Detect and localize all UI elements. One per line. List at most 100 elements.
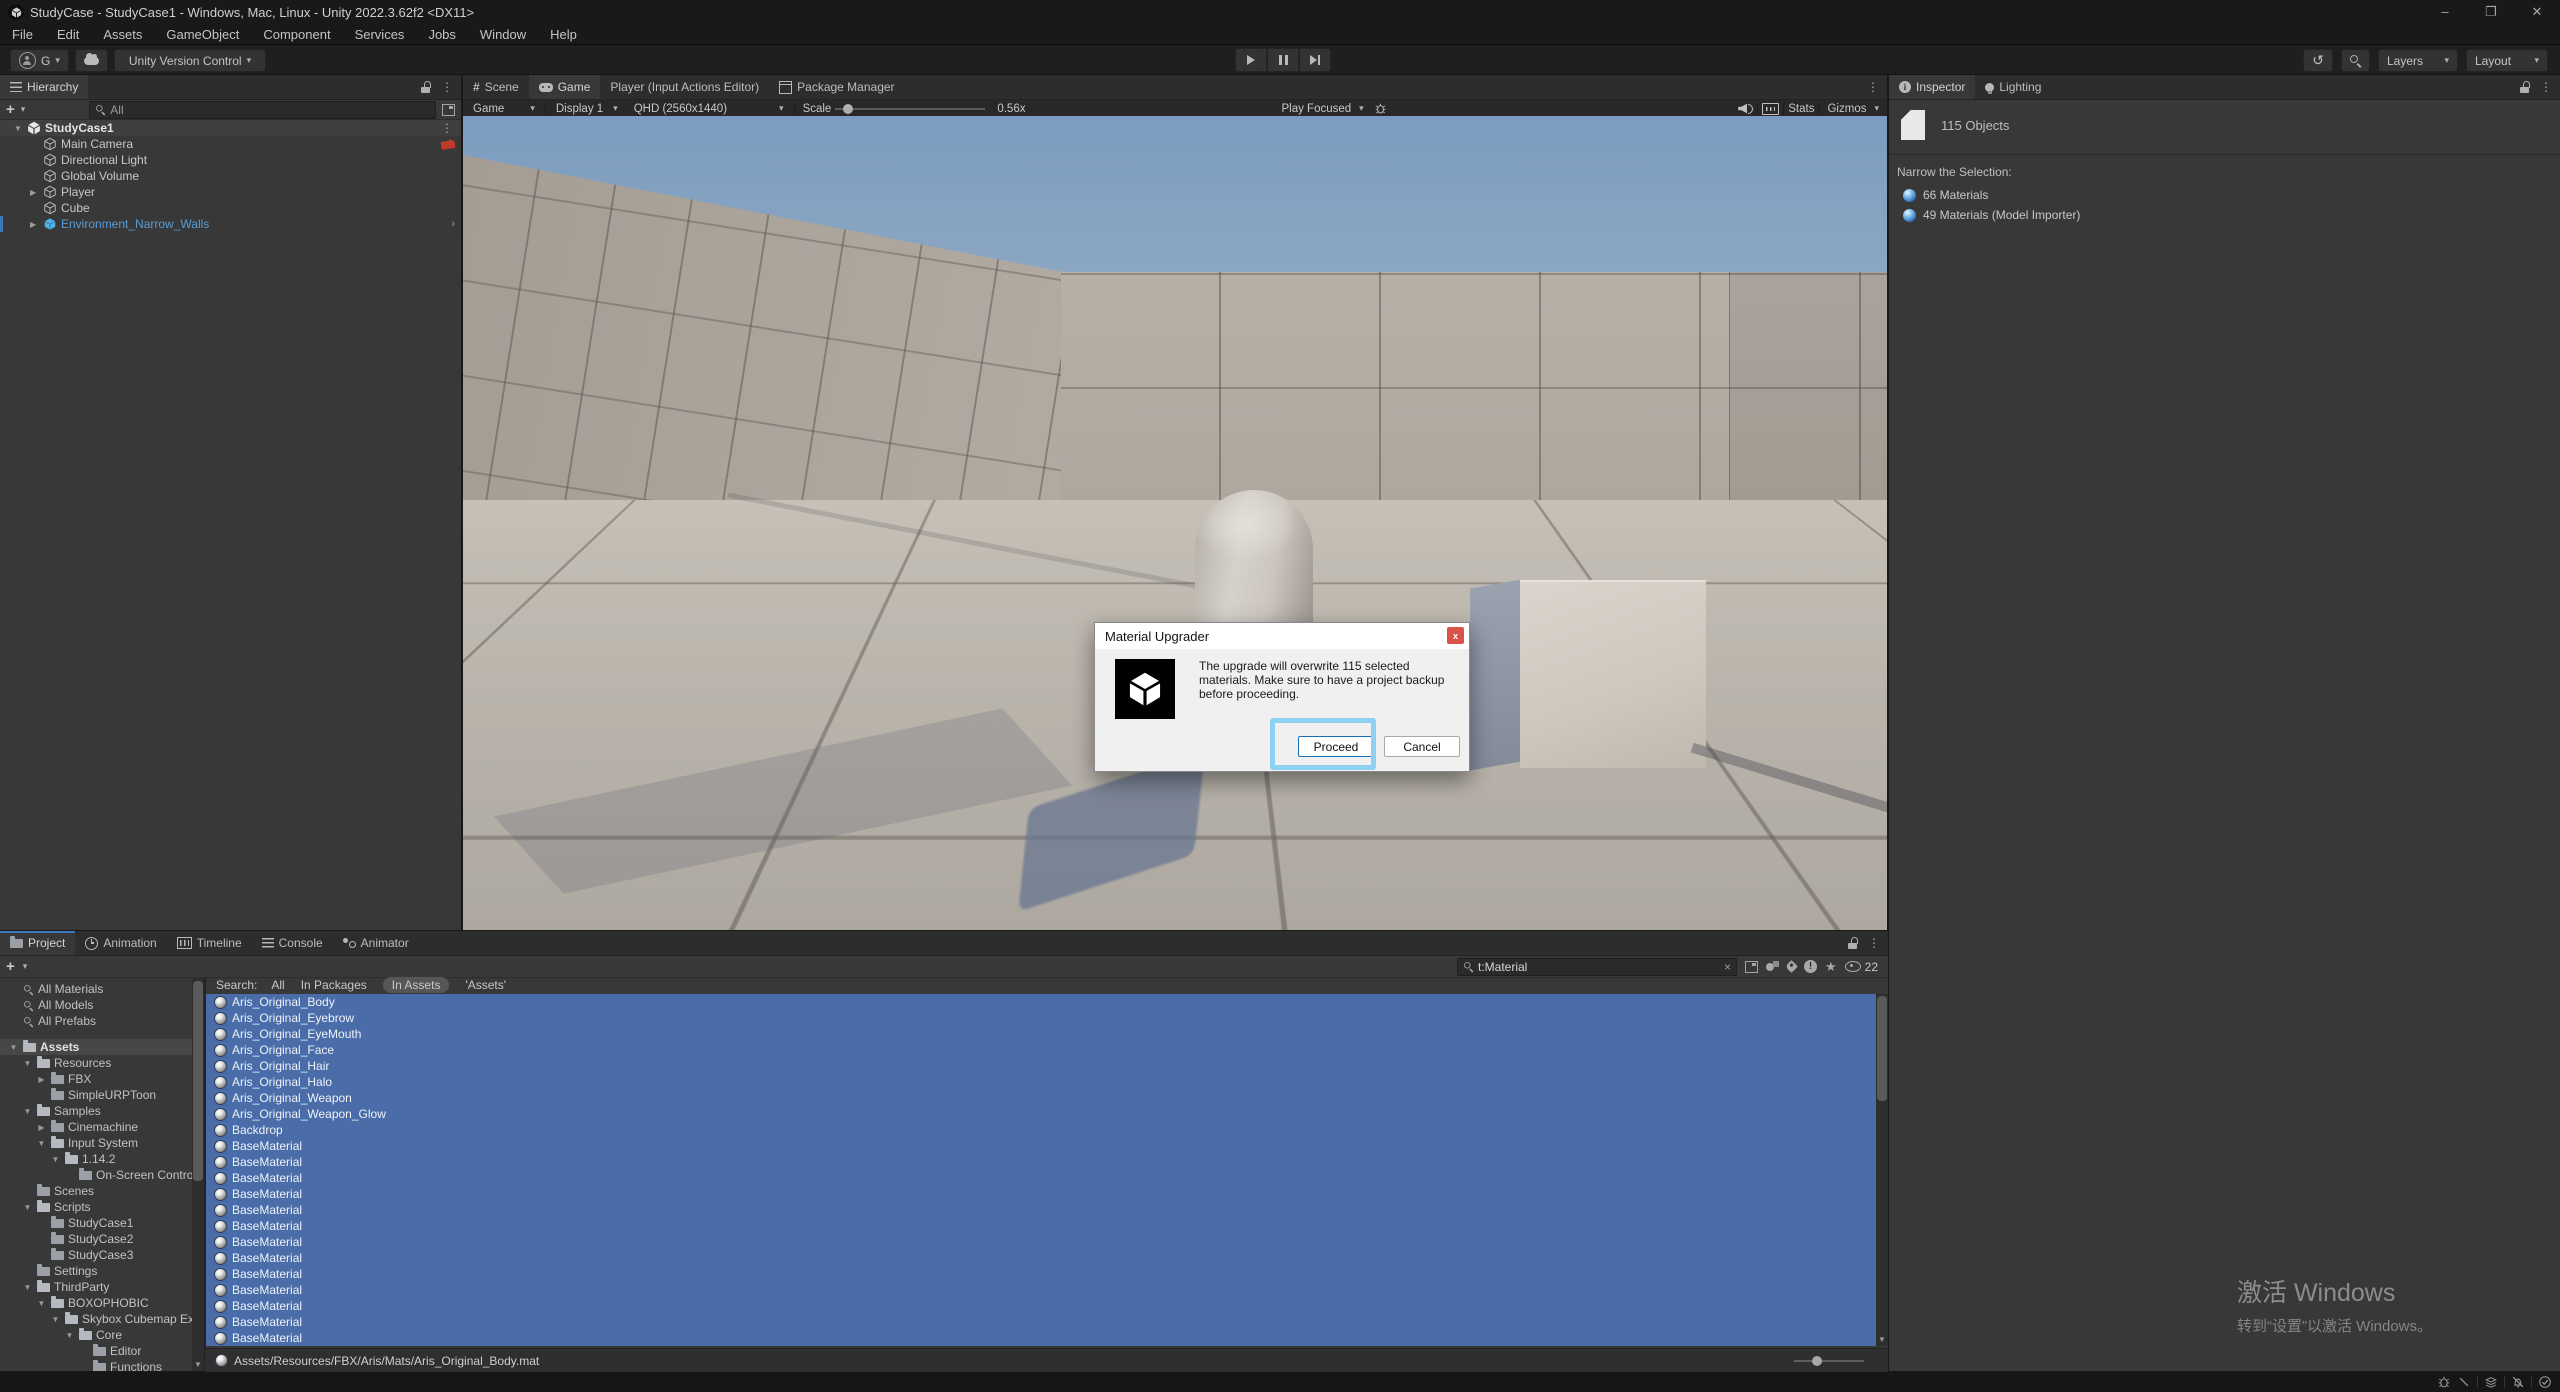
folder-tree-row[interactable]: ▼ Resources xyxy=(0,1055,192,1071)
favorite-item[interactable]: All Models xyxy=(0,997,192,1013)
menu-item[interactable]: GameObject xyxy=(154,27,251,42)
pick-window-icon[interactable] xyxy=(1745,961,1758,973)
asset-list-item[interactable]: Aris_Original_Weapon_Glow xyxy=(206,1106,1876,1122)
mute-audio-button[interactable] xyxy=(1738,104,1753,114)
folder-tree-row[interactable]: ▼ Samples xyxy=(0,1103,192,1119)
expand-arrow[interactable]: ▼ xyxy=(22,1203,33,1212)
expand-arrow[interactable]: ▶ xyxy=(30,188,43,197)
asset-list-item[interactable]: BaseMaterial xyxy=(206,1138,1876,1154)
asset-list-item[interactable]: BaseMaterial xyxy=(206,1330,1876,1346)
asset-list-item[interactable]: Aris_Original_EyeMouth xyxy=(206,1026,1876,1042)
menu-item[interactable]: Window xyxy=(468,27,538,42)
tab-lighting[interactable]: Lighting xyxy=(1975,75,2051,99)
chevron-down-icon[interactable]: ▾ xyxy=(21,104,26,115)
expand-arrow[interactable]: ▶ xyxy=(36,1075,47,1084)
folder-column-scrollbar[interactable]: ▼ xyxy=(192,977,204,1371)
display-dropdown[interactable]: Display 1▾ xyxy=(550,103,624,115)
expand-arrow[interactable]: ▼ xyxy=(50,1315,61,1324)
hierarchy-row[interactable]: Cube ⋮ › xyxy=(0,200,461,216)
menu-item[interactable]: Component xyxy=(251,27,342,42)
asset-list-item[interactable]: BaseMaterial xyxy=(206,1266,1876,1282)
asset-list-item[interactable]: Aris_Original_Halo xyxy=(206,1074,1876,1090)
tab-inspector[interactable]: i Inspector xyxy=(1889,75,1975,99)
menu-item[interactable]: Services xyxy=(343,27,417,42)
search-by-label-icon[interactable] xyxy=(1785,960,1798,973)
lock-icon[interactable] xyxy=(2519,81,2530,93)
hierarchy-row[interactable]: Directional Light ⋮ › xyxy=(0,152,461,168)
kebab-menu-icon[interactable]: ⋮ xyxy=(441,82,453,92)
search-button[interactable] xyxy=(2341,49,2370,72)
search-scope-option[interactable]: In Packages xyxy=(301,978,367,992)
folder-tree-row[interactable]: ▼ Input System xyxy=(0,1135,192,1151)
expand-arrow[interactable]: ▶ xyxy=(30,220,43,229)
pick-window-icon[interactable] xyxy=(442,104,455,116)
asset-list-item[interactable]: BaseMaterial xyxy=(206,1154,1876,1170)
layers-dropdown[interactable]: Layers▾ xyxy=(2378,49,2458,72)
lock-icon[interactable] xyxy=(420,81,431,93)
menu-item[interactable]: File xyxy=(0,27,45,42)
dialog-close-button[interactable]: x xyxy=(1447,627,1464,644)
folder-tree-row[interactable]: Scenes xyxy=(0,1183,192,1199)
expand-arrow[interactable]: ▼ xyxy=(64,1331,75,1340)
folder-tree-row[interactable]: ▼ 1.14.2 xyxy=(0,1151,192,1167)
expand-arrow[interactable]: ▼ xyxy=(22,1059,33,1068)
asset-list-item[interactable]: BaseMaterial xyxy=(206,1298,1876,1314)
scroll-down-arrow[interactable]: ▼ xyxy=(192,1360,204,1369)
stats-toggle[interactable]: Stats xyxy=(1788,103,1814,115)
asset-list-item[interactable]: Backdrop xyxy=(206,1122,1876,1138)
narrow-selection-item[interactable]: 49 Materials (Model Importer) xyxy=(1903,205,2560,225)
asset-list-item[interactable]: Aris_Original_Face xyxy=(206,1042,1876,1058)
bottom-tab[interactable]: Animation xyxy=(75,931,166,955)
scale-slider[interactable] xyxy=(835,103,985,115)
hierarchy-row[interactable]: ▶ Player ⋮ › xyxy=(0,184,461,200)
narrow-selection-item[interactable]: 66 Materials xyxy=(1903,185,2560,205)
add-object-button[interactable]: + xyxy=(6,101,15,118)
expand-arrow[interactable]: ▼ xyxy=(50,1155,61,1164)
folder-tree-row[interactable]: ▶ FBX xyxy=(0,1071,192,1087)
thumbnail-size-slider[interactable] xyxy=(1794,1355,1864,1367)
favorite-item[interactable]: All Prefabs xyxy=(0,1013,192,1029)
asset-list-item[interactable]: BaseMaterial xyxy=(206,1202,1876,1218)
game-target-dropdown[interactable]: Game▾ xyxy=(467,103,541,115)
folder-tree-row[interactable]: ▼ Scripts xyxy=(0,1199,192,1215)
hierarchy-row[interactable]: Global Volume ⋮ › xyxy=(0,168,461,184)
step-button[interactable] xyxy=(1299,48,1331,72)
expand-arrow[interactable]: ▼ xyxy=(36,1139,47,1148)
minimize-button[interactable]: – xyxy=(2422,0,2468,24)
lock-icon[interactable] xyxy=(1847,937,1858,949)
expand-arrow[interactable]: ▼ xyxy=(22,1107,33,1116)
debugger-muted-icon[interactable] xyxy=(2437,1375,2451,1389)
cache-server-icon[interactable] xyxy=(2484,1375,2498,1389)
menu-item[interactable]: Edit xyxy=(45,27,91,42)
view-tab[interactable]: # Scene xyxy=(463,75,529,99)
keyboard-overlay-button[interactable] xyxy=(1762,103,1779,115)
favorites-star-icon[interactable]: ★ xyxy=(1825,959,1837,975)
notifications-muted-icon[interactable] xyxy=(2511,1375,2525,1389)
close-button[interactable]: ✕ xyxy=(2514,0,2560,24)
favorite-item[interactable]: All Materials xyxy=(0,981,192,997)
play-focused-dropdown[interactable]: Play Focused▾ xyxy=(1275,103,1369,115)
version-control-dropdown[interactable]: Unity Version Control ▾ xyxy=(114,49,266,72)
view-tab[interactable]: Game xyxy=(529,75,601,99)
search-scope-option[interactable]: All xyxy=(271,978,284,992)
view-tab[interactable]: Package Manager xyxy=(769,75,904,99)
hidden-count-toggle[interactable]: 22 xyxy=(1845,960,1878,974)
asset-list-item[interactable]: Aris_Original_Weapon xyxy=(206,1090,1876,1106)
folder-tree-row[interactable]: On-Screen Contro xyxy=(0,1167,192,1183)
clear-search-icon[interactable]: × xyxy=(1724,960,1731,974)
expand-arrow[interactable]: ▼ xyxy=(36,1299,47,1308)
account-dropdown[interactable]: G ▾ xyxy=(10,49,69,72)
play-button[interactable] xyxy=(1235,48,1267,72)
asset-list-item[interactable]: Aris_Original_Hair xyxy=(206,1058,1876,1074)
kebab-menu-icon[interactable]: ⋮ xyxy=(1868,938,1880,948)
search-scope-option[interactable]: 'Assets' xyxy=(465,978,506,992)
slider-knob[interactable] xyxy=(1812,1356,1822,1366)
expand-arrow[interactable]: ▶ xyxy=(36,1123,47,1132)
hierarchy-row[interactable]: Main Camera ⋮ › xyxy=(0,136,461,152)
bottom-tab[interactable]: Animator xyxy=(333,931,419,955)
folder-tree-row[interactable]: StudyCase3 xyxy=(0,1247,192,1263)
hierarchy-search-input[interactable]: All xyxy=(89,101,436,119)
prefab-open-chevron[interactable]: › xyxy=(451,218,455,230)
asset-list-item[interactable]: BaseMaterial xyxy=(206,1234,1876,1250)
scale-slider-knob[interactable] xyxy=(843,104,853,114)
